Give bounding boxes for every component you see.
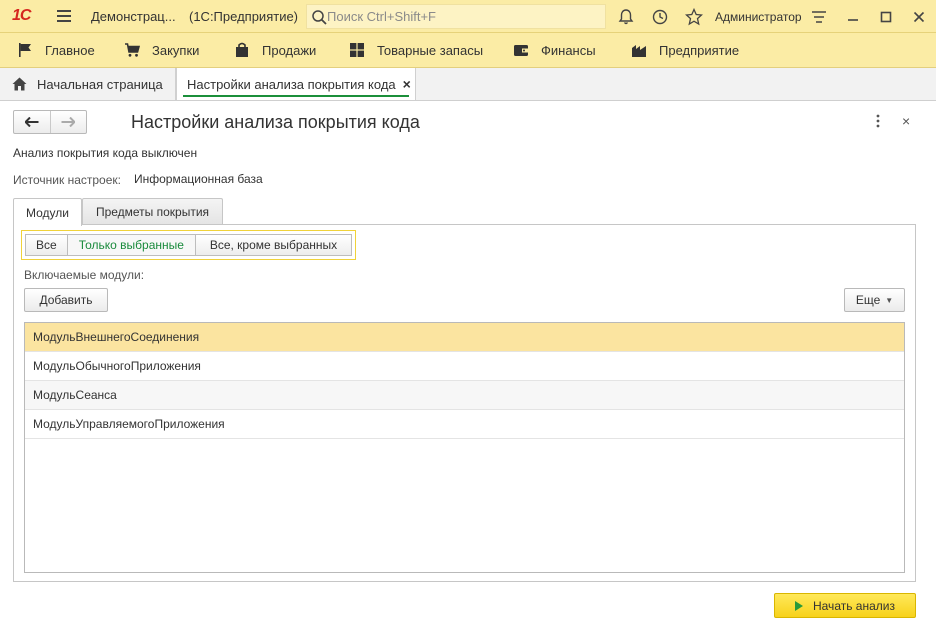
section-label: Главное — [45, 42, 95, 58]
more-actions-icon[interactable] — [872, 113, 884, 129]
list-item[interactable]: МодульОбычногоПриложения — [25, 352, 904, 381]
source-value: Информационная база — [134, 172, 263, 186]
chevron-down-icon: ▼ — [885, 295, 894, 305]
app-title: Демонстрац... — [91, 9, 176, 24]
section-label: Товарные запасы — [377, 42, 484, 58]
title-bar: 1С Демонстрац... (1С:Предприятие) Админи… — [0, 0, 936, 33]
module-filter-group: Все Только выбранные Все, кроме выбранны… — [21, 230, 356, 260]
section-bar: Главное Закупки Продажи Товарные запасы — [0, 33, 936, 68]
main-menu-icon[interactable] — [57, 10, 71, 22]
form-close-icon[interactable]: × — [902, 113, 910, 129]
app-platform: (1С:Предприятие) — [189, 9, 299, 24]
home-icon — [12, 77, 27, 91]
filter-all[interactable]: Все — [25, 234, 68, 256]
modules-list[interactable]: МодульВнешнегоСоединения МодульОбычногоП… — [24, 322, 905, 573]
grid-icon — [350, 43, 364, 57]
tab-active-label: Настройки анализа покрытия кода — [187, 76, 396, 92]
section-finance[interactable]: Финансы — [513, 33, 596, 67]
section-label: Предприятие — [659, 42, 740, 58]
settings-icon[interactable] — [810, 8, 828, 26]
tab-coverage-settings[interactable]: Настройки анализа покрытия кода × — [176, 68, 416, 100]
list-item[interactable]: МодульУправляемогоПриложения — [25, 410, 904, 439]
list-item[interactable]: МодульСеанса — [25, 381, 904, 410]
search-input[interactable] — [327, 7, 597, 26]
more-button[interactable]: Еще ▼ — [844, 288, 905, 312]
section-inventory[interactable]: Товарные запасы — [349, 33, 483, 67]
section-main[interactable]: Главное — [17, 33, 95, 67]
play-icon — [794, 600, 803, 611]
maximize-icon[interactable] — [877, 8, 895, 26]
start-analysis-button[interactable]: Начать анализ — [774, 593, 916, 618]
section-label: Продажи — [262, 42, 317, 58]
history-icon[interactable] — [651, 8, 669, 26]
add-button[interactable]: Добавить — [24, 288, 108, 312]
user-name[interactable]: Администратор — [715, 10, 802, 24]
tab-home-label: Начальная страница — [37, 76, 163, 92]
tab-home-page[interactable]: Начальная страница — [0, 68, 176, 100]
arrow-left-icon — [24, 117, 39, 127]
wallet-icon — [514, 45, 528, 56]
tab-close-icon[interactable]: × — [403, 76, 411, 92]
section-enterprise[interactable]: Предприятие — [631, 33, 739, 67]
section-label: Закупки — [152, 42, 200, 58]
source-label: Источник настроек: — [13, 173, 121, 187]
cart-icon — [125, 43, 140, 57]
tab-coverage-subjects[interactable]: Предметы покрытия — [82, 198, 223, 225]
forward-button[interactable] — [49, 111, 87, 133]
included-modules-label: Включаемые модули: — [24, 268, 145, 282]
coverage-status: Анализ покрытия кода выключен — [13, 146, 198, 160]
more-button-label: Еще — [855, 293, 881, 307]
flag-icon — [19, 43, 31, 57]
filter-only-selected[interactable]: Только выбранные — [67, 234, 196, 256]
factory-icon — [632, 45, 646, 57]
section-sales[interactable]: Продажи — [234, 33, 316, 67]
start-analysis-label: Начать анализ — [812, 598, 895, 613]
star-icon[interactable] — [685, 8, 703, 26]
filter-all-except-selected[interactable]: Все, кроме выбранных — [195, 234, 353, 256]
history-nav — [13, 110, 87, 134]
search-icon — [312, 10, 327, 25]
section-purchases[interactable]: Закупки — [124, 33, 199, 67]
open-windows-bar: Начальная страница Настройки анализа пок… — [0, 68, 936, 101]
bell-icon[interactable] — [617, 8, 635, 26]
search-box[interactable] — [306, 4, 606, 29]
bag-icon — [236, 42, 248, 57]
form-title: Настройки анализа покрытия кода — [131, 112, 420, 132]
list-item[interactable]: МодульВнешнегоСоединения — [25, 323, 904, 352]
arrow-right-icon — [61, 117, 76, 127]
tab-modules[interactable]: Модули — [13, 198, 82, 226]
back-button[interactable] — [14, 111, 50, 133]
minimize-icon[interactable] — [844, 8, 862, 26]
section-label: Финансы — [541, 42, 596, 58]
app-logo: 1С — [12, 7, 31, 24]
close-icon[interactable] — [910, 8, 928, 26]
